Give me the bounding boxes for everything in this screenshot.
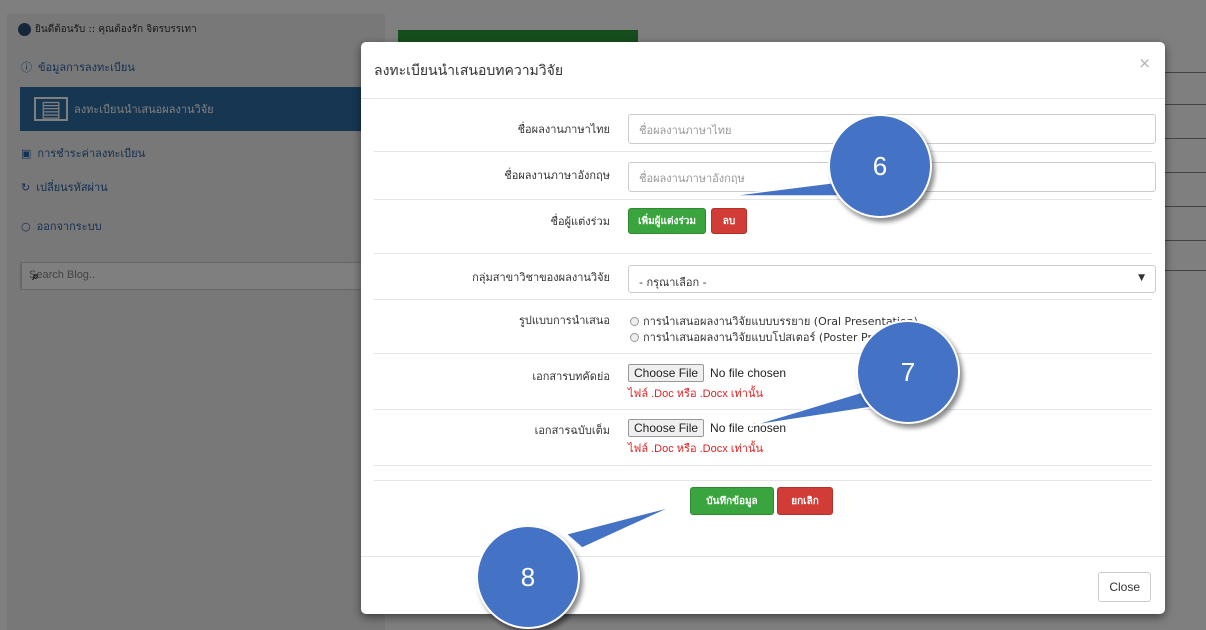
modal-title: ลงทะเบียนนำเสนอบทความวิจัย [374, 62, 564, 78]
file-status: No file chosen [710, 366, 787, 380]
cancel-button[interactable]: ยกเลิก [777, 487, 833, 515]
form-row-fullpaper: เอกสารฉบับเต็ม Choose File No file chose… [374, 410, 1152, 466]
form-row-format: รูปแบบการนำเสนอ การนำเสนอผลงานวิจัยแบบบร… [374, 300, 1152, 354]
close-icon[interactable]: × [1138, 54, 1151, 72]
file-hint: ไฟล์ .Doc หรือ .Docx เท่านั้น [628, 388, 764, 400]
callout-8: 8 [476, 525, 580, 629]
english-title-label: ชื่อผลงานภาษาอังกฤษ [504, 169, 610, 182]
choose-file-button[interactable]: Choose File [628, 419, 705, 437]
file-hint: ไฟล์ .Doc หรือ .Docx เท่านั้น [628, 443, 764, 455]
abstract-label: เอกสารบทคัดย่อ [532, 370, 610, 383]
group-select[interactable]: - กรุณาเลือก - ▼ [628, 265, 1156, 293]
radio-button[interactable] [630, 332, 639, 342]
chevron-down-icon: ▼ [1138, 273, 1145, 283]
group-label: กลุ่มสาขาวิชาของผลงานวิจัย [472, 271, 610, 284]
register-research-modal: ลงทะเบียนนำเสนอบทความวิจัย × ชื่อผลงานภา… [361, 42, 1165, 614]
file-status: No file chosen [710, 421, 787, 435]
fullpaper-file-input[interactable]: Choose File No file chosen [628, 419, 786, 437]
close-button[interactable]: Close [1098, 572, 1151, 602]
radio-button[interactable] [630, 316, 639, 326]
save-button[interactable]: บันทึกข้อมูล [690, 487, 774, 515]
format-label: รูปแบบการนำเสนอ [519, 314, 610, 327]
form-row-thai-title: ชื่อผลงานภาษาไทย ชื่อผลงานภาษาไทย [374, 104, 1156, 152]
add-coauthor-button[interactable]: เพิ่มผู้แต่งร่วม [628, 208, 706, 234]
delete-coauthor-button[interactable]: ลบ [711, 208, 747, 234]
choose-file-button[interactable]: Choose File [628, 364, 705, 382]
form-row-group: กลุ่มสาขาวิชาของผลงานวิจัย - กรุณาเลือก … [374, 254, 1156, 300]
form-row-coauthors: ชื่อผู้แต่งร่วม เพิ่มผู้แต่งร่วม ลบ [374, 200, 1152, 254]
coauthors-label: ชื่อผู้แต่งร่วม [550, 215, 610, 228]
callout-6: 6 [828, 114, 932, 218]
modal-header: ลงทะเบียนนำเสนอบทความวิจัย × [361, 42, 1165, 99]
fullpaper-label: เอกสารฉบับเต็ม [534, 424, 610, 437]
form-row-abstract: เอกสารบทคัดย่อ Choose File No file chose… [374, 354, 1152, 410]
abstract-file-input[interactable]: Choose File No file chosen [628, 364, 786, 382]
form-row-english-title: ชื่อผลงานภาษาอังกฤษ ชื่อผลงานภาษาอังกฤษ [374, 152, 1156, 200]
thai-title-label: ชื่อผลงานภาษาไทย [517, 123, 610, 136]
divider [374, 480, 1152, 481]
group-select-value: - กรุณาเลือก - [639, 276, 707, 289]
callout-7: 7 [856, 320, 960, 424]
